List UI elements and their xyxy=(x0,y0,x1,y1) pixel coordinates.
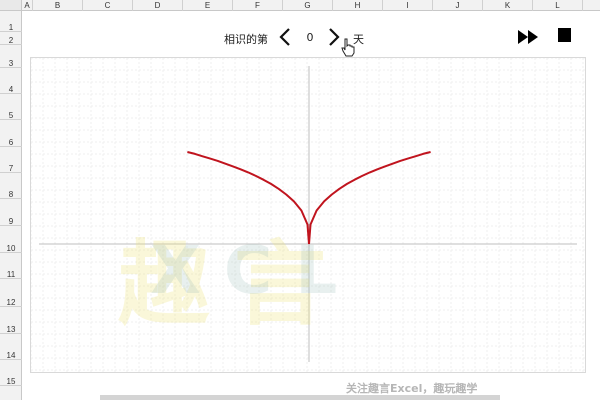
column-header-c[interactable]: C xyxy=(83,0,133,11)
row-header-bar: 1 2 3 4 5 6 7 8 9 10 11 12 13 14 15 xyxy=(0,11,22,400)
column-header-k[interactable]: K xyxy=(483,0,533,11)
chevron-left-icon xyxy=(279,28,290,46)
day-suffix-label: 天 xyxy=(353,33,364,46)
row-header-11[interactable]: 11 xyxy=(0,253,22,279)
column-header-i[interactable]: I xyxy=(383,0,433,11)
row-header-14[interactable]: 14 xyxy=(0,334,22,360)
column-header-b[interactable]: B xyxy=(33,0,83,11)
previous-day-button[interactable] xyxy=(276,26,294,48)
row-header-2[interactable]: 2 xyxy=(0,32,22,45)
select-all-corner[interactable] xyxy=(0,0,22,11)
row-header-5[interactable]: 5 xyxy=(0,94,22,120)
day-value: 0 xyxy=(306,31,314,44)
column-header-e[interactable]: E xyxy=(183,0,233,11)
column-header-l[interactable]: L xyxy=(533,0,583,11)
column-header-g[interactable]: G xyxy=(283,0,333,11)
row-header-7[interactable]: 7 xyxy=(0,147,22,173)
column-header-a[interactable]: A xyxy=(22,0,33,11)
column-header-h[interactable]: H xyxy=(333,0,383,11)
column-header-d[interactable]: D xyxy=(133,0,183,11)
day-prefix-label: 相识的第 xyxy=(224,33,268,46)
row-header-3[interactable]: 3 xyxy=(0,45,22,68)
row-header-15[interactable]: 15 xyxy=(0,360,22,386)
column-header-j[interactable]: J xyxy=(433,0,483,11)
row-header-12[interactable]: 12 xyxy=(0,279,22,307)
row-header-1[interactable]: 1 xyxy=(0,11,22,32)
horizontal-scrollbar[interactable] xyxy=(100,395,500,400)
row-header-8[interactable]: 8 xyxy=(0,173,22,199)
column-header-f[interactable]: F xyxy=(233,0,283,11)
watermark-logo-letters: X C L xyxy=(150,232,338,309)
row-header-9[interactable]: 9 xyxy=(0,199,22,226)
row-header-6[interactable]: 6 xyxy=(0,120,22,147)
column-header-bar: ABCDEFGHIJKL xyxy=(22,0,600,11)
row-header-13[interactable]: 13 xyxy=(0,307,22,334)
watermark-caption: 关注趣言Excel，趣玩趣学 xyxy=(346,382,478,395)
fast-forward-icon xyxy=(518,30,538,44)
stop-button[interactable] xyxy=(558,28,571,42)
row-header-4[interactable]: 4 xyxy=(0,68,22,94)
fast-forward-button[interactable] xyxy=(518,29,538,44)
row-header-10[interactable]: 10 xyxy=(0,226,22,253)
